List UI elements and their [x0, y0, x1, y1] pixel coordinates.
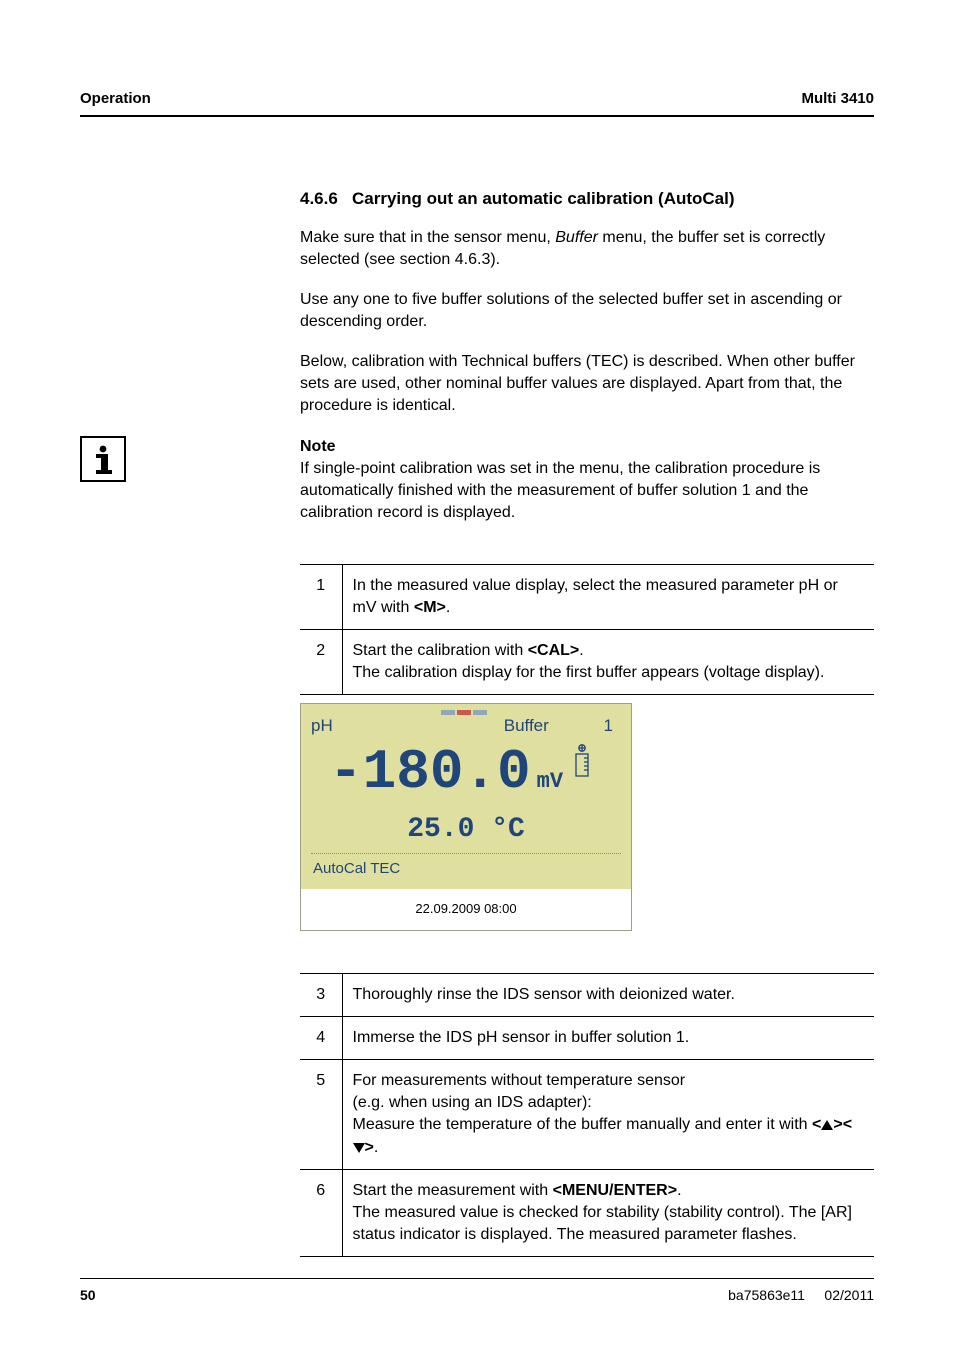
lcd-unit: mV	[537, 769, 563, 794]
sensor-icon	[571, 743, 593, 784]
lcd-value: -180.0	[329, 740, 531, 804]
lcd-timestamp: 22.09.2009 08:00	[301, 889, 631, 930]
step-text: Immerse the IDS pH sensor in buffer solu…	[342, 1017, 874, 1060]
info-icon	[80, 436, 126, 482]
doc-id: ba75863e11	[728, 1287, 805, 1303]
section-heading: 4.6.6 Carrying out an automatic calibrat…	[300, 189, 874, 209]
text-run: Make sure that in the sensor menu,	[300, 229, 555, 246]
buffer-italic: Buffer	[555, 229, 598, 246]
kbd-key: <CAL>	[528, 642, 580, 659]
text-run: (e.g. when using an IDS adapter):	[353, 1094, 592, 1111]
kbd-key: <M>	[414, 599, 446, 616]
section-title: Carrying out an automatic calibration (A…	[352, 189, 735, 208]
step-number: 3	[300, 974, 342, 1017]
step-text: Thoroughly rinse the IDS sensor with dei…	[342, 974, 874, 1017]
section-number: 4.6.6	[300, 189, 338, 208]
table-row: 4 Immerse the IDS pH sensor in buffer so…	[300, 1017, 874, 1060]
text-run: Start the calibration with	[353, 642, 528, 659]
step-text: For measurements without temperature sen…	[342, 1060, 874, 1169]
lcd-buffer-num: 1	[604, 716, 613, 735]
arrow-up-icon	[821, 1120, 833, 1130]
paragraph: Below, calibration with Technical buffer…	[300, 351, 874, 417]
header-model: Multi 3410	[801, 90, 874, 107]
text-run: For measurements without temperature sen…	[353, 1072, 686, 1089]
step-number: 1	[300, 564, 342, 629]
step-text: Start the calibration with <CAL>. The ca…	[342, 630, 874, 695]
text-run: Start the measurement with	[353, 1182, 553, 1199]
doc-date: 02/2011	[824, 1287, 874, 1303]
table-row: 2 Start the calibration with <CAL>. The …	[300, 630, 874, 695]
page-header: Operation Multi 3410	[80, 90, 874, 117]
page-number: 50	[80, 1287, 96, 1303]
step-number: 5	[300, 1060, 342, 1169]
text-run: Measure the temperature of the buffer ma…	[353, 1116, 813, 1133]
header-section: Operation	[80, 90, 151, 107]
note-text: If single-point calibration was set in t…	[300, 460, 820, 521]
step-number: 4	[300, 1017, 342, 1060]
text-run: .	[446, 599, 450, 616]
step-number: 2	[300, 630, 342, 695]
table-row: 3 Thoroughly rinse the IDS sensor with d…	[300, 974, 874, 1017]
kbd-key: <MENU/ENTER>	[553, 1182, 677, 1199]
page-footer: 50 ba75863e11 02/2011	[80, 1278, 874, 1303]
paragraph: Make sure that in the sensor menu, Buffe…	[300, 227, 874, 271]
arrow-down-icon	[353, 1143, 365, 1153]
text-run: .	[374, 1139, 378, 1156]
step-number: 6	[300, 1169, 342, 1256]
lcd-buffer-label: Buffer	[504, 716, 549, 735]
step-text: Start the measurement with <MENU/ENTER>.…	[342, 1169, 874, 1256]
table-row: 1 In the measured value display, select …	[300, 564, 874, 629]
steps-table-b: 3 Thoroughly rinse the IDS sensor with d…	[300, 973, 874, 1257]
lcd-temperature: 25.0 °C	[311, 814, 621, 845]
note-title: Note	[300, 436, 874, 458]
lcd-display: pH Buffer 1 -180.0 mV	[300, 703, 874, 931]
table-row: 5 For measurements without temperature s…	[300, 1060, 874, 1169]
paragraph: Use any one to five buffer solutions of …	[300, 289, 874, 333]
lcd-ph-label: pH	[311, 716, 333, 736]
note-block: Note If single-point calibration was set…	[80, 436, 874, 524]
step-text: In the measured value display, select th…	[342, 564, 874, 629]
lcd-status: AutoCal TEC	[311, 853, 621, 881]
steps-table-a: 1 In the measured value display, select …	[300, 564, 874, 695]
table-row: 6 Start the measurement with <MENU/ENTER…	[300, 1169, 874, 1256]
